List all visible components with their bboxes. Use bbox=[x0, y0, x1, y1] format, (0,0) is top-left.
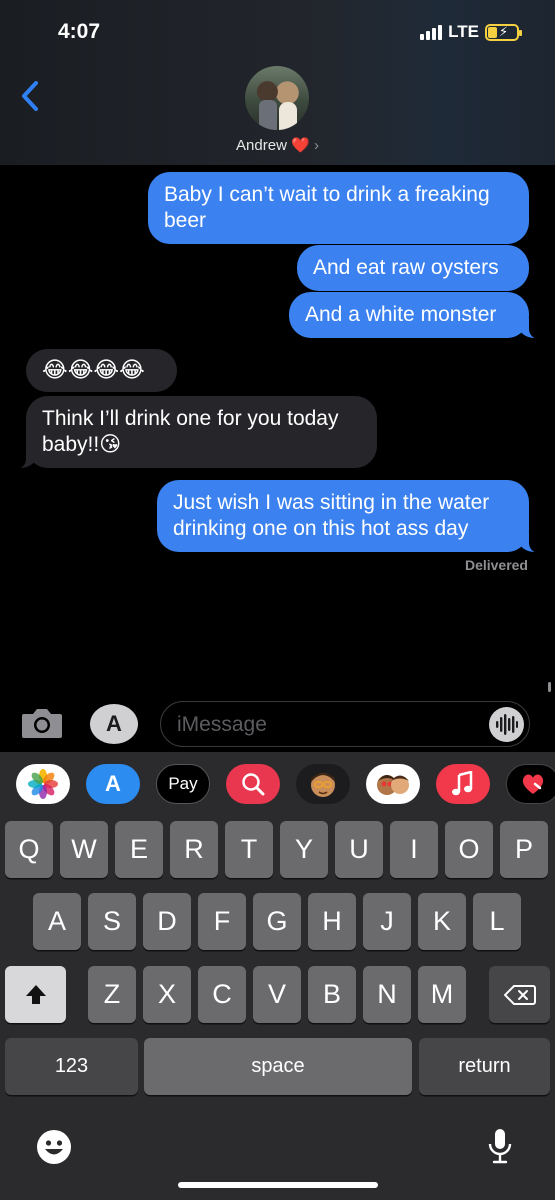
apple-pay-label: Pay bbox=[168, 774, 198, 793]
status-indicators: LTE ⚡ bbox=[420, 22, 522, 42]
numbers-key[interactable]: 123 bbox=[5, 1038, 138, 1095]
conversation-header: 4:07 LTE ⚡ Andrew ❤️ › bbox=[0, 0, 555, 165]
app-store-icon[interactable]: A bbox=[86, 764, 140, 804]
scroll-indicator bbox=[548, 682, 551, 692]
back-chevron-icon[interactable] bbox=[20, 80, 40, 112]
key-y[interactable]: Y bbox=[280, 821, 328, 878]
space-key[interactable]: space bbox=[144, 1038, 412, 1095]
photos-icon[interactable] bbox=[16, 764, 70, 804]
shift-key[interactable] bbox=[5, 966, 66, 1023]
backspace-icon bbox=[503, 984, 536, 1005]
message-input[interactable]: iMessage bbox=[160, 701, 530, 747]
message-bubble-received[interactable]: 😂😂😂😂 bbox=[26, 349, 177, 392]
contact-name: Andrew bbox=[236, 137, 287, 154]
voice-waveform-icon[interactable] bbox=[489, 707, 524, 742]
key-s[interactable]: S bbox=[88, 893, 136, 950]
key-e[interactable]: E bbox=[115, 821, 163, 878]
message-bubble-sent[interactable]: And eat raw oysters bbox=[297, 245, 529, 291]
key-u[interactable]: U bbox=[335, 821, 383, 878]
keyboard: A Pay Q W E R T Y U I O P A S D F G H J … bbox=[0, 752, 555, 1200]
image-search-icon[interactable] bbox=[226, 764, 280, 804]
memoji-icon[interactable] bbox=[296, 764, 350, 804]
app-store-icon[interactable]: A bbox=[90, 704, 138, 744]
key-a[interactable]: A bbox=[33, 893, 81, 950]
delivered-status: Delivered bbox=[464, 557, 528, 573]
signal-icon bbox=[420, 24, 443, 40]
key-b[interactable]: B bbox=[308, 966, 356, 1023]
apple-pay-icon[interactable]: Pay bbox=[156, 764, 210, 804]
message-bubble-sent[interactable]: Baby I can’t wait to drink a freaking be… bbox=[148, 172, 529, 244]
key-c[interactable]: C bbox=[198, 966, 246, 1023]
key-g[interactable]: G bbox=[253, 893, 301, 950]
key-x[interactable]: X bbox=[143, 966, 191, 1023]
battery-icon: ⚡ bbox=[485, 23, 522, 41]
keyboard-bottom-bar bbox=[0, 1124, 555, 1200]
shift-arrow-icon bbox=[25, 984, 46, 1004]
key-r[interactable]: R bbox=[170, 821, 218, 878]
digital-touch-icon[interactable] bbox=[506, 764, 555, 804]
message-text: And a white monster bbox=[305, 303, 497, 326]
key-o[interactable]: O bbox=[445, 821, 493, 878]
message-placeholder: iMessage bbox=[177, 713, 267, 736]
chevron-right-icon: › bbox=[313, 137, 319, 154]
key-q[interactable]: Q bbox=[5, 821, 53, 878]
key-f[interactable]: F bbox=[198, 893, 246, 950]
network-label: LTE bbox=[448, 22, 479, 41]
home-indicator[interactable] bbox=[178, 1182, 378, 1188]
imessage-app-strip: A Pay bbox=[0, 752, 555, 816]
status-time: 4:07 bbox=[58, 20, 101, 43]
backspace-key[interactable] bbox=[489, 966, 550, 1023]
key-p[interactable]: P bbox=[500, 821, 548, 878]
message-bubble-sent[interactable]: Just wish I was sitting in the water dri… bbox=[157, 480, 543, 553]
camera-icon[interactable] bbox=[20, 705, 64, 741]
key-t[interactable]: T bbox=[225, 821, 273, 878]
microphone-icon[interactable] bbox=[486, 1127, 514, 1167]
key-h[interactable]: H bbox=[308, 893, 356, 950]
contact-name-button[interactable]: Andrew ❤️ › bbox=[0, 136, 555, 154]
message-bubble-received[interactable]: Think I’ll drink one for you today baby!… bbox=[12, 396, 377, 469]
message-text: 😂😂😂😂 bbox=[42, 357, 145, 382]
key-i[interactable]: I bbox=[390, 821, 438, 878]
key-v[interactable]: V bbox=[253, 966, 301, 1023]
message-text: Baby I can’t wait to drink a freaking be… bbox=[164, 183, 490, 232]
key-z[interactable]: Z bbox=[88, 966, 136, 1023]
return-key[interactable]: return bbox=[419, 1038, 550, 1095]
key-m[interactable]: M bbox=[418, 966, 466, 1023]
music-icon[interactable] bbox=[436, 764, 490, 804]
key-l[interactable]: L bbox=[473, 893, 521, 950]
key-n[interactable]: N bbox=[363, 966, 411, 1023]
message-text: And eat raw oysters bbox=[313, 256, 499, 279]
message-text: Just wish I was sitting in the water dri… bbox=[173, 491, 490, 540]
key-w[interactable]: W bbox=[60, 821, 108, 878]
heart-emoji: ❤️ bbox=[291, 137, 310, 154]
emoji-icon[interactable] bbox=[36, 1129, 72, 1165]
memoji-stickers-icon[interactable] bbox=[366, 764, 420, 804]
contact-avatar[interactable] bbox=[245, 66, 309, 130]
key-j[interactable]: J bbox=[363, 893, 411, 950]
message-bubble-sent[interactable]: And a white monster bbox=[289, 292, 543, 339]
key-d[interactable]: D bbox=[143, 893, 191, 950]
message-text: Think I’ll drink one for you today baby!… bbox=[42, 407, 339, 456]
key-k[interactable]: K bbox=[418, 893, 466, 950]
